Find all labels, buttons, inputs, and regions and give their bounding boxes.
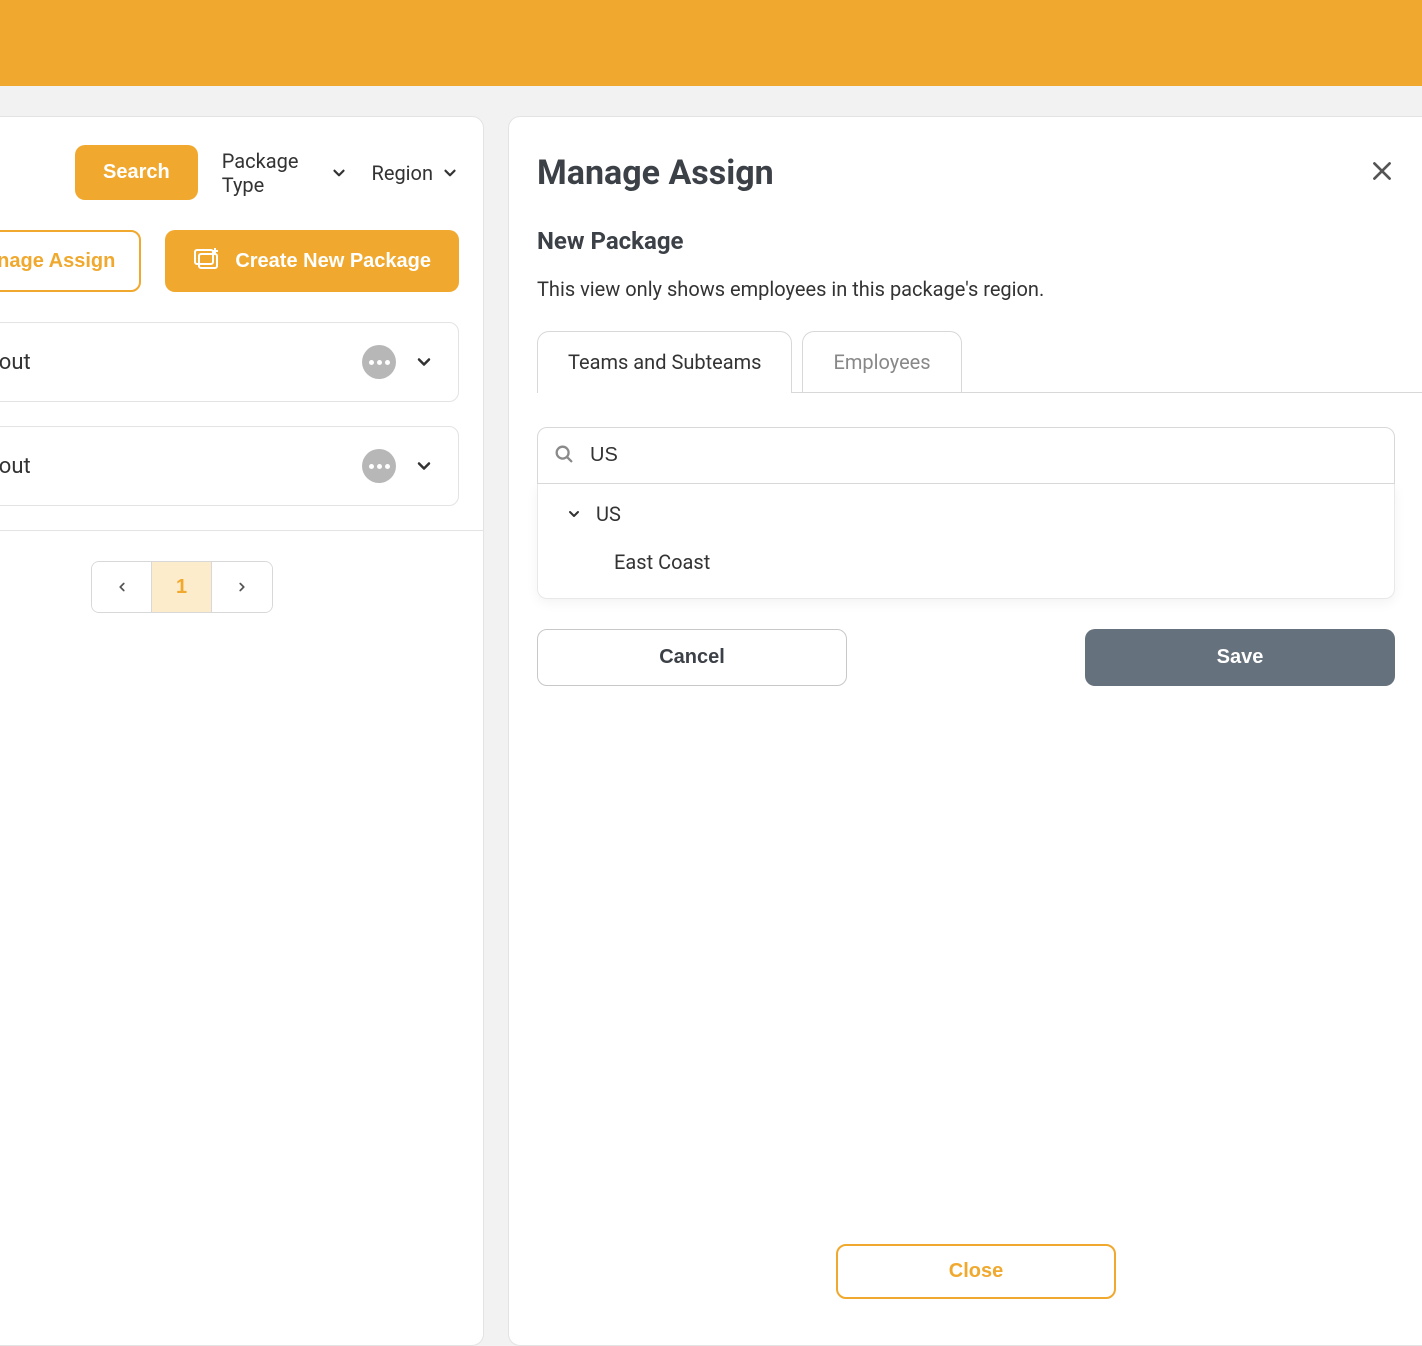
page-next-button[interactable] <box>212 562 272 612</box>
team-search-input[interactable] <box>537 427 1395 484</box>
filter-region-label: Region <box>372 161 433 185</box>
save-button[interactable]: Save <box>1085 629 1395 686</box>
chevron-down-icon[interactable] <box>414 456 434 476</box>
list-item[interactable]: Always make a Checkout <box>0 322 459 402</box>
pagination: 1 <box>0 561 483 613</box>
dropdown-item-child[interactable]: East Coast <box>538 538 1394 586</box>
manage-assign-label: Manage Assign <box>0 250 115 273</box>
cancel-button[interactable]: Cancel <box>537 629 847 686</box>
list-item-text: Always make a Checkout <box>0 454 31 479</box>
list-item-text: Always make a Checkout <box>0 350 31 375</box>
close-button[interactable]: Close <box>836 1244 1116 1299</box>
page-number-button[interactable]: 1 <box>152 562 212 612</box>
search-results-dropdown: US East Coast <box>537 484 1395 599</box>
filter-package-type[interactable]: Package Type <box>222 149 348 197</box>
dropdown-item-parent[interactable]: US <box>538 490 1394 538</box>
filter-region[interactable]: Region <box>372 161 459 185</box>
create-package-button[interactable]: Create New Package <box>165 230 459 292</box>
top-bar <box>0 0 1422 86</box>
dropdown-item-label: East Coast <box>614 550 710 574</box>
search-button[interactable]: Search <box>75 145 198 200</box>
chevron-down-icon[interactable] <box>414 352 434 372</box>
panel-info-text: This view only shows employees in this p… <box>537 277 1415 301</box>
panel-title: Manage Assign <box>537 153 774 193</box>
manage-assign-button[interactable]: Manage Assign <box>0 230 141 292</box>
tab-employees[interactable]: Employees <box>802 331 961 392</box>
create-package-icon <box>193 246 221 276</box>
close-icon[interactable] <box>1369 158 1395 188</box>
more-actions-button[interactable] <box>362 449 396 483</box>
divider <box>0 530 483 531</box>
page-prev-button[interactable] <box>92 562 152 612</box>
tabs: Teams and Subteams Employees <box>537 331 1422 393</box>
chevron-down-icon <box>441 164 459 182</box>
tab-teams[interactable]: Teams and Subteams <box>537 331 792 392</box>
search-icon <box>553 443 575 469</box>
list-item[interactable]: Always make a Checkout <box>0 426 459 506</box>
panel-subtitle: New Package <box>537 227 1415 255</box>
create-package-label: Create New Package <box>235 250 431 273</box>
more-actions-button[interactable] <box>362 345 396 379</box>
chevron-down-icon <box>566 506 582 522</box>
filter-package-type-label: Package Type <box>222 149 322 197</box>
chevron-down-icon <box>330 164 348 182</box>
manage-assign-panel: Manage Assign New Package This view only… <box>508 116 1422 1346</box>
package-list-panel: Search Package Type Region Manage Assign <box>0 116 484 1346</box>
dropdown-item-label: US <box>596 502 621 526</box>
